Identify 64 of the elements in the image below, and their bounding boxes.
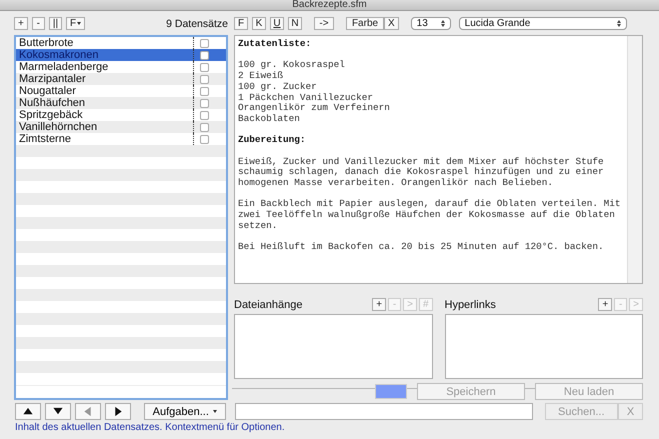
- record-checkbox[interactable]: [200, 110, 209, 120]
- color-button[interactable]: Farbe: [346, 17, 384, 30]
- record-name: Nußhäufchen: [16, 97, 194, 109]
- record-name: Kokosmakronen: [16, 49, 194, 61]
- nav-button[interactable]: [105, 403, 131, 420]
- format-button[interactable]: ->: [314, 17, 334, 30]
- scrollbar[interactable]: [627, 36, 642, 283]
- caret-icon: [77, 22, 82, 25]
- record-checkbox[interactable]: [200, 50, 209, 60]
- attachment-list[interactable]: [234, 314, 432, 379]
- record-name: Vanillehörnchen: [16, 121, 194, 133]
- size-select[interactable]: 13: [410, 17, 451, 30]
- stepper-icon: [616, 20, 621, 27]
- tasks-button[interactable]: Aufgaben...: [144, 403, 226, 420]
- paragraph: Ein Backblech mit Papier auslegen, darauf die Oblaten verteilen. Mit zwei Teelöffeln walnußgroße Häufchen der Kokosmasse auf die Oblaten setzen.: [238, 199, 622, 232]
- stepper-icon: [440, 20, 445, 27]
- link-button[interactable]: +: [598, 298, 612, 311]
- triangle-icon: [82, 406, 94, 417]
- text-editor[interactable]: [234, 35, 643, 284]
- attachment-button[interactable]: +: [372, 298, 386, 311]
- record-row[interactable]: Nußhäufchen: [16, 97, 226, 109]
- record-checkbox[interactable]: [200, 74, 209, 84]
- format-button[interactable]: F: [234, 17, 248, 30]
- format-button[interactable]: U: [270, 17, 284, 30]
- hyperlink-list[interactable]: [444, 314, 643, 379]
- ingredient-line: Orangenlikör zum Verfeinern: [238, 103, 391, 114]
- format-button[interactable]: N: [288, 17, 302, 30]
- ingredient-line: 1 Päckchen Vanillezucker: [238, 92, 374, 103]
- triangle-icon: [52, 406, 64, 417]
- status-text: Inhalt des aktuellen Datensatzes. Kontextmenü für Optionen.: [14, 421, 286, 434]
- nav-button[interactable]: [45, 403, 71, 420]
- record-row[interactable]: Vanillehörnchen: [16, 121, 226, 133]
- toolbar-button[interactable]: -: [32, 17, 45, 30]
- paragraph: Bei Heißluft im Backofen ca. 20 bis 25 Minuten auf 120°C. backen.: [238, 242, 605, 253]
- window-title: Backrezepte.sfm: [292, 0, 367, 10]
- section-heading: Zubereitung:: [238, 135, 307, 146]
- clear-color-button[interactable]: X: [384, 17, 399, 30]
- record-checkbox[interactable]: [200, 98, 209, 108]
- ingredient-line: 100 gr. Kokosraspel: [238, 60, 346, 71]
- ingredient-line: Backoblaten: [238, 114, 301, 125]
- record-checkbox[interactable]: [200, 38, 209, 48]
- caret-icon: [212, 410, 217, 413]
- record-checkbox[interactable]: [200, 62, 209, 72]
- format-button[interactable]: K: [252, 17, 266, 30]
- section-label: Hyperlinks: [444, 298, 496, 310]
- nav-button[interactable]: [15, 403, 41, 420]
- search-field[interactable]: [234, 403, 532, 420]
- record-checkbox[interactable]: [200, 134, 209, 144]
- record-checkbox[interactable]: [200, 122, 209, 132]
- color-well[interactable]: [375, 384, 407, 399]
- font-select[interactable]: Lucida Grande: [458, 17, 627, 30]
- toolbar-button[interactable]: F: [66, 17, 86, 30]
- toolbar-button[interactable]: ||: [48, 17, 62, 30]
- toolbar-button[interactable]: +: [14, 17, 28, 30]
- section-label: Dateianhänge: [234, 298, 303, 310]
- record-row[interactable]: Marzipantaler: [16, 73, 226, 85]
- ingredient-line: 2 Eiweiß: [238, 71, 284, 82]
- paragraph: Eiweiß, Zucker und Vanillezucker mit dem Mixer auf höchster Stufe schaumig schlagen, danach die Kokosraspel hinzufügen und zu einer homogenen Masse verarbeiten. Orangenlikör nach Belieben.: [238, 156, 605, 189]
- triangle-icon: [22, 406, 34, 417]
- record-name: Marzipantaler: [16, 73, 194, 85]
- section-heading: Zutatenliste:: [238, 39, 312, 50]
- record-count: 9 Datensätze: [166, 18, 228, 30]
- ingredient-line: 100 gr. Zucker: [238, 82, 318, 92]
- record-checkbox[interactable]: [200, 86, 209, 96]
